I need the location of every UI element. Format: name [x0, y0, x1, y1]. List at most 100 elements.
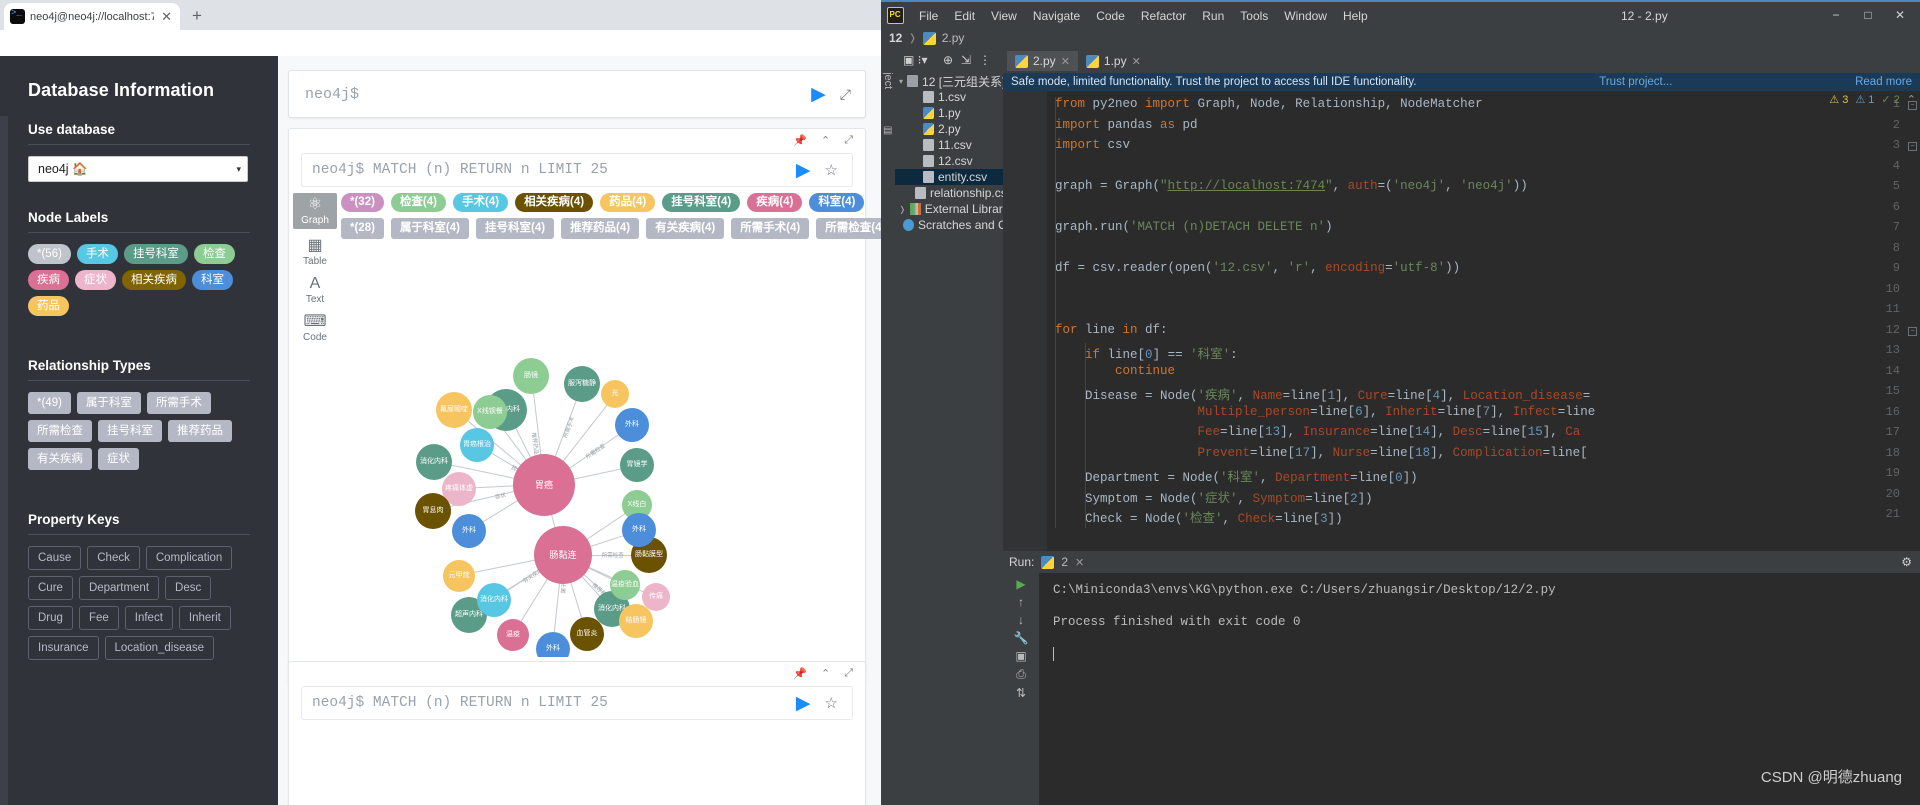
tree-node[interactable]: entity.csv — [895, 169, 1003, 185]
code-line[interactable]: if line[0] == '科室': — [1055, 343, 1238, 362]
pin-icon[interactable]: 📌 — [793, 667, 807, 680]
close-icon[interactable]: ✕ — [159, 9, 174, 25]
stop-icon[interactable]: ▣ — [1011, 649, 1031, 663]
relationship-type-chip[interactable]: 所需手术 — [146, 392, 211, 414]
code-fold-icon[interactable]: − — [1908, 142, 1917, 151]
relationship-type-chip[interactable]: *(49) — [28, 392, 71, 414]
tree-disclosure-icon[interactable]: ❭ — [899, 205, 906, 214]
frame-view-tab-graph[interactable]: ⚛ Graph — [293, 193, 337, 229]
cypher-editor[interactable]: neo4j$ ▶ ⤢ — [288, 70, 866, 118]
tree-node[interactable]: ❭ External Libraries — [895, 201, 1018, 217]
scroll-icon[interactable]: ⇅ — [1011, 686, 1031, 700]
menu-item-window[interactable]: Window — [1276, 9, 1335, 23]
code-line[interactable]: Prevent=line[17], Nurse=line[18], Compli… — [1055, 446, 1588, 460]
tree-node[interactable]: ▾ 12 [三元组关系] — [895, 73, 1005, 89]
property-key-chip[interactable]: Infect — [124, 606, 173, 630]
graph-node-chip[interactable]: 相关疾病(4) — [515, 193, 594, 212]
graph-node-chip[interactable]: *(32) — [341, 193, 384, 212]
tree-node[interactable]: Scratches and Consoles — [895, 217, 1048, 233]
property-key-chip[interactable]: Drug — [28, 606, 73, 630]
tree-node[interactable]: 12.csv — [895, 153, 1003, 169]
database-select[interactable]: neo4j 🏠 ▾ — [28, 156, 248, 182]
code-fold-icon[interactable]: − — [1908, 326, 1917, 336]
menu-item-file[interactable]: File — [911, 9, 946, 23]
menu-item-help[interactable]: Help — [1335, 9, 1376, 23]
pin-icon[interactable]: 📌 — [793, 134, 807, 147]
graph-node-chip[interactable]: 药品(4) — [600, 193, 656, 212]
property-key-chip[interactable]: Cause — [28, 546, 82, 570]
code-line[interactable]: continue — [1055, 364, 1175, 378]
graph-node[interactable]: 结肠镜 — [619, 604, 653, 638]
graph-node[interactable]: 外科 — [615, 408, 649, 442]
graph-node[interactable]: 胃镜学 — [620, 448, 654, 482]
frame-view-tab-code[interactable]: ⌨ Code — [293, 313, 337, 343]
code-line[interactable]: graph = Graph("http://localhost:7474", a… — [1055, 179, 1528, 193]
node-label-chip[interactable]: 药品 — [28, 296, 69, 316]
collapse-all-icon[interactable]: ⇲ — [961, 53, 971, 67]
graph-node[interactable]: 温疫验血 — [610, 570, 640, 600]
code-line[interactable]: for line in df: — [1055, 323, 1168, 337]
relationship-type-chip[interactable]: 挂号科室 — [98, 420, 162, 442]
tree-node[interactable]: 11.csv — [895, 137, 1003, 153]
menu-item-code[interactable]: Code — [1088, 9, 1133, 23]
inspection-widget[interactable]: ⚠ 3 ⚠ 1 ✓ 2 ⌃ — [1829, 93, 1916, 106]
relationship-type-chip[interactable]: 有关疾病 — [28, 448, 92, 470]
graph-node-chip[interactable]: 手术(4) — [453, 193, 509, 212]
menu-item-tools[interactable]: Tools — [1232, 9, 1276, 23]
editor-tab-1py[interactable]: 1.py ✕ — [1078, 51, 1149, 71]
node-label-chip[interactable]: 手术 — [76, 244, 118, 264]
down-arrow-icon[interactable]: ↓ — [1011, 613, 1031, 627]
close-button[interactable]: ✕ — [1884, 8, 1916, 22]
play-icon[interactable]: ▶ — [811, 83, 840, 106]
menu-item-view[interactable]: View — [983, 9, 1025, 23]
graph-node-chip[interactable]: 疾病(4) — [747, 193, 803, 212]
node-label-chip[interactable]: 症状 — [75, 270, 116, 290]
graph-node-chip[interactable]: 检查(4) — [390, 193, 446, 212]
relationship-type-chip[interactable]: 所需检查 — [28, 420, 92, 442]
minimize-button[interactable]: − — [1820, 8, 1852, 22]
expand-icon[interactable]: ⤢ — [844, 134, 853, 147]
breadcrumb-project[interactable]: 12 — [889, 31, 902, 45]
new-tab-button[interactable]: + — [192, 6, 202, 26]
graph-node[interactable]: 氟尿嘧啶 — [436, 392, 472, 428]
graph-visualization[interactable]: 推荐药品所需检查所需手术挂号科室症状有关疾病属于科室推荐药品所需检查胃癌肠黏连肠… — [301, 357, 853, 657]
node-label-chip[interactable]: 挂号科室 — [123, 244, 188, 264]
tree-node[interactable]: 2.py — [895, 121, 1003, 137]
graph-node[interactable]: X线钡餐 — [473, 395, 507, 429]
tree-node[interactable]: 1.py — [895, 105, 1003, 121]
scroll-from-source-icon[interactable]: ⊕ — [943, 53, 953, 67]
graph-node[interactable]: 传痛 — [642, 583, 670, 611]
editor-tab-2py[interactable]: 2.py ✕ — [1007, 51, 1078, 71]
graph-node[interactable]: 元甲烷 — [443, 560, 475, 592]
play-icon[interactable]: ▶ — [796, 692, 825, 715]
graph-node-chip[interactable]: 挂号科室(4) — [662, 193, 741, 212]
expand-icon[interactable]: ⤢ — [840, 86, 865, 103]
read-more-link[interactable]: Read more — [1841, 76, 1912, 88]
run-icon[interactable]: ▶ — [1011, 577, 1031, 591]
code-line[interactable]: Check = Node('检查', Check=line[3]) — [1055, 507, 1343, 526]
tree-node[interactable]: 1.csv — [895, 89, 1003, 105]
node-label-chip[interactable]: 相关疾病 — [122, 270, 186, 290]
settings-icon[interactable]: ⋮ — [979, 53, 991, 67]
breadcrumb-file[interactable]: 2.py — [942, 31, 965, 45]
property-key-chip[interactable]: Department — [78, 576, 160, 600]
code-line[interactable]: df = csv.reader(open('12.csv', 'r', enco… — [1055, 261, 1460, 275]
menu-item-refactor[interactable]: Refactor — [1133, 9, 1194, 23]
run-config-name[interactable]: 2 — [1061, 555, 1068, 569]
graph-node[interactable]: 外科 — [536, 632, 570, 657]
node-label-chip[interactable]: *(56) — [28, 244, 71, 264]
relationship-type-chip[interactable]: 属于科室 — [76, 392, 141, 414]
chevron-up-icon[interactable]: ⌃ — [1907, 93, 1916, 106]
code-line[interactable]: Symptom = Node('症状', Symptom=line[2]) — [1055, 487, 1373, 506]
property-key-chip[interactable]: Location_disease — [104, 636, 215, 660]
graph-node[interactable]: 外科 — [452, 514, 486, 548]
graph-rel-chip[interactable]: 有关疾病(4) — [646, 218, 725, 239]
graph-rel-chip[interactable]: 属于科室(4) — [390, 218, 469, 239]
gear-icon[interactable]: ⚙ — [1901, 555, 1920, 569]
chevron-up-icon[interactable]: ⌃ — [821, 667, 830, 680]
property-key-chip[interactable]: Fee — [78, 606, 119, 630]
code-line[interactable]: Department = Node('科室', Department=line[… — [1055, 466, 1418, 485]
frame-view-tab-text[interactable]: A Text — [293, 275, 337, 305]
code-line[interactable]: from py2neo import Graph, Node, Relation… — [1055, 97, 1483, 111]
maximize-button[interactable]: □ — [1852, 8, 1884, 22]
